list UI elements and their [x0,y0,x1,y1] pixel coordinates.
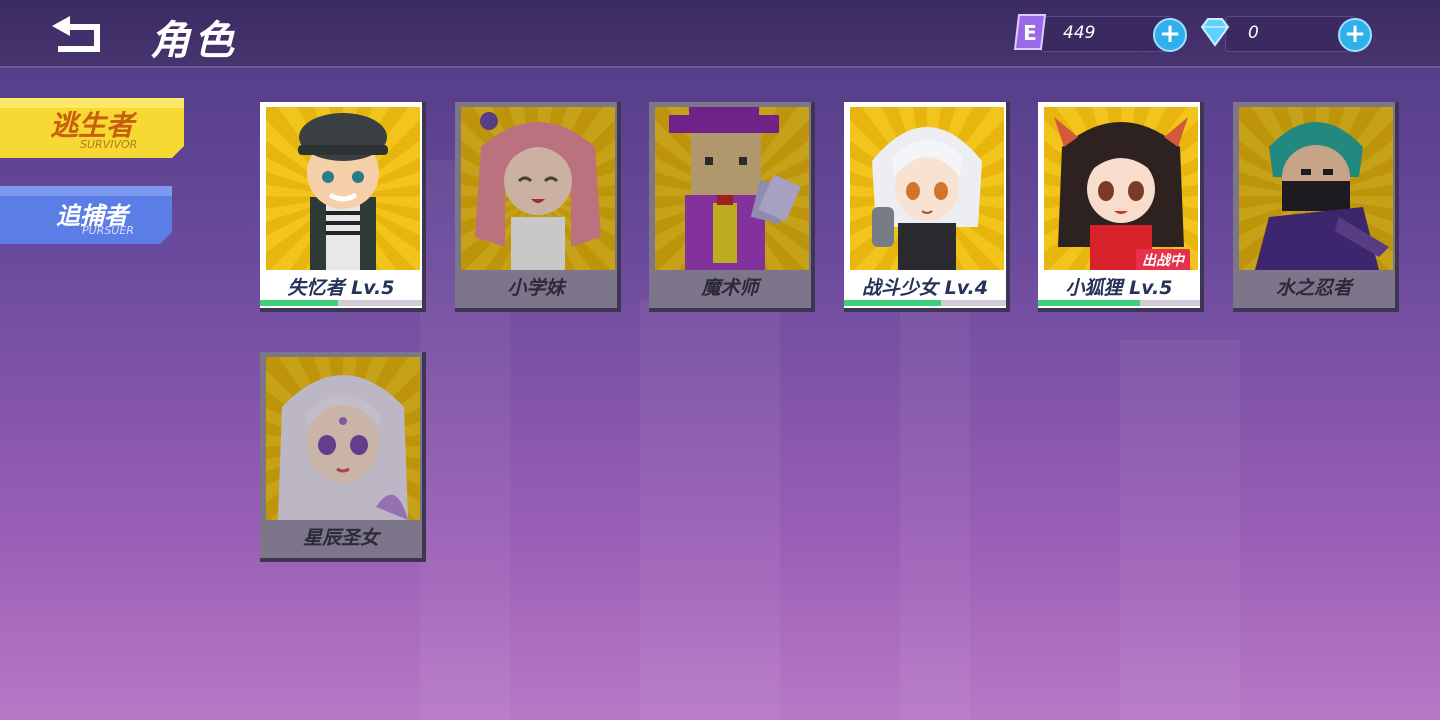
character-card-little-fox[interactable]: 出战中 小狐狸 Lv.5 [1038,102,1204,312]
character-portrait [266,107,420,270]
character-card-star-saint[interactable]: 星辰圣女 [260,352,426,562]
character-name: 星辰圣女 [302,527,379,549]
character-card-water-ninja[interactable]: 水之忍者 [1233,102,1399,312]
top-bar: 角色 E 449 + 0 + [0,0,1440,68]
plus-icon: + [1159,19,1181,49]
character-portrait: 出战中 [1044,107,1198,270]
character-portrait [655,107,809,270]
energy-currency: E 449 + [1013,14,1187,52]
character-name: 魔术师 [701,277,759,299]
bg-building [640,300,780,720]
progress-fill [260,300,338,306]
character-card-amnesiac[interactable]: 失忆者 Lv.5 [260,102,426,312]
diamond-value: 0 [1248,23,1259,43]
character-name: 水之忍者 [1275,277,1352,299]
character-portrait [1239,107,1393,270]
character-portrait [461,107,615,270]
add-diamond-button[interactable]: + [1338,18,1372,52]
progress-fill [1038,300,1141,306]
plus-icon: + [1344,19,1366,49]
character-card-battle-girl[interactable]: 战斗少女 Lv.4 [844,102,1010,312]
amnesiac-portrait-image [298,113,388,270]
diamond-icon [1200,18,1230,47]
character-portrait [850,107,1004,270]
bg-building [900,240,970,720]
add-energy-button[interactable]: + [1153,18,1187,52]
schoolgirl-portrait-image [475,112,601,270]
energy-e-icon: E [1013,14,1047,50]
character-name: 小学妹 [507,277,565,299]
little-fox-portrait-image [1054,117,1188,270]
battle-girl-portrait-image [872,127,982,270]
back-button[interactable] [48,12,108,56]
progress-fill [844,300,942,306]
svg-text:E: E [1023,21,1037,45]
character-name: 失忆者 Lv.5 [287,277,395,299]
character-name: 战斗少女 Lv.4 [862,277,988,299]
character-card-schoolgirl[interactable]: 小学妹 [455,102,621,312]
tab-sublabel: SURVIVOR [80,138,138,151]
diamond-currency: 0 + [1200,16,1372,52]
magician-portrait-image [669,107,802,270]
level-progress-bar [1038,300,1200,306]
in-battle-badge: 出战中 [1136,249,1190,270]
bg-building [1120,340,1240,720]
character-card-magician[interactable]: 魔术师 [649,102,815,312]
back-arrow-icon [52,16,100,52]
tab-sublabel: PURSUER [82,224,134,237]
character-portrait [266,357,420,520]
page-title: 角色 [150,18,238,64]
star-saint-portrait-image [278,375,408,520]
level-progress-bar [844,300,1006,306]
level-progress-bar [260,300,422,306]
character-name: 小狐狸 Lv.5 [1065,277,1173,299]
tab-pursuer[interactable]: 追捕者 PURSUER [0,186,172,244]
energy-value: 449 [1063,23,1096,43]
tab-survivor[interactable]: 逃生者 SURVIVOR [0,98,184,158]
water-ninja-portrait-image [1255,122,1389,270]
